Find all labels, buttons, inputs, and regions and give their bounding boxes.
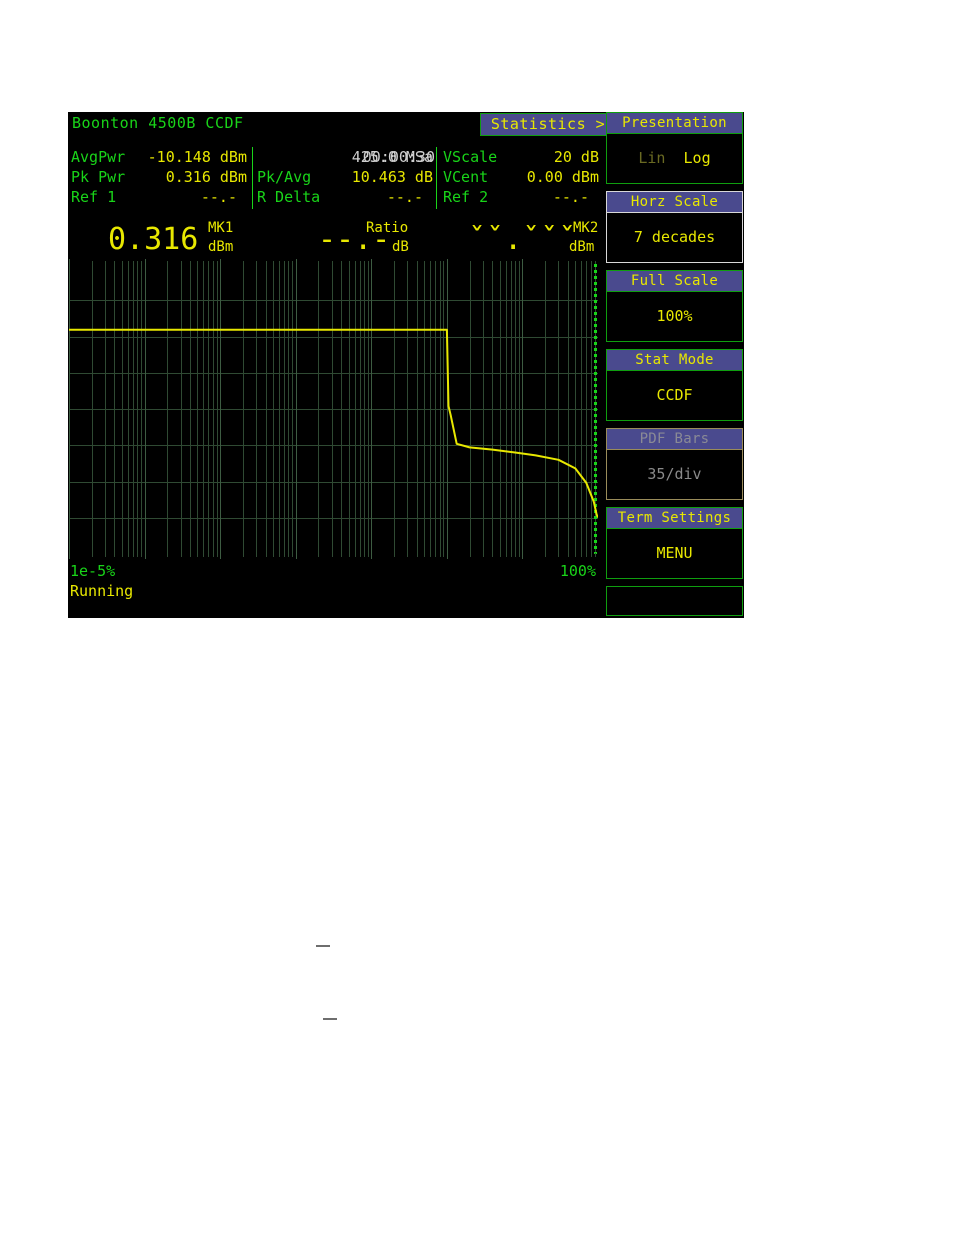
ref2-value: --.- [552, 188, 589, 206]
vcent-value: 0.00 dBm [526, 168, 599, 186]
rdelta-value: --.- [386, 188, 423, 206]
avgpwr-value: -10.148 dBm [147, 148, 247, 166]
softkey-menu: Presentation Lin Log Horz Scale 7 decades Fu… [606, 112, 744, 618]
ratio-label: Ratio [366, 220, 409, 236]
sample-count-value: 425.0 MSa [351, 148, 433, 166]
softkey-header: PDF Bars [606, 428, 743, 450]
marker-2-label: MK2 [573, 220, 599, 236]
plot-svg [69, 264, 598, 554]
statistics-button[interactable]: Statistics > [480, 113, 616, 136]
avgpwr-label: AvgPwr [71, 148, 126, 166]
softkey-header: Horz Scale [606, 191, 743, 213]
softkey-presentation[interactable]: Presentation Lin Log [606, 112, 743, 184]
axis-ticks-bottom [69, 553, 596, 559]
softkey-blank[interactable] [606, 586, 743, 616]
x-axis-left-label: 1e-5% [70, 562, 116, 580]
marker-1-unit: dBm [208, 239, 234, 255]
softkey-horz-scale[interactable]: Horz Scale 7 decades [606, 191, 743, 263]
option-spacer [665, 149, 683, 167]
softkey-option-log[interactable]: Log [684, 149, 711, 167]
x-axis-right-label: 100% [559, 562, 596, 580]
ratio-unit: dB [392, 239, 409, 255]
softkey-header: Stat Mode [606, 349, 743, 371]
ccdf-graph [69, 259, 598, 559]
page-title: Boonton 4500B CCDF [72, 114, 244, 132]
marker-1-value: 0.316 [108, 222, 199, 257]
softkey-stat-mode[interactable]: Stat Mode CCDF [606, 349, 743, 421]
measurement-display: Boonton 4500B CCDF Statistics > AvgPwr -… [68, 112, 616, 618]
softkey-value[interactable]: 100% [606, 292, 743, 342]
vcent-label: VCent [443, 168, 489, 186]
table-row: Pk Pwr 0.316 dBm Pk/Avg 10.463 dB VCent … [71, 167, 599, 187]
softkey-value: 35/div [606, 450, 743, 500]
ref1-label: Ref 1 [71, 188, 117, 206]
page-dash-0 [316, 945, 330, 947]
ref2-label: Ref 2 [443, 188, 489, 206]
softkey-value[interactable]: MENU [606, 529, 743, 579]
softkey-term-settings[interactable]: Term Settings MENU [606, 507, 743, 579]
instrument-screen: Boonton 4500B CCDF Statistics > AvgPwr -… [68, 112, 744, 618]
marker-readout-row: 0.316 MK1 dBm --.- Ratio dB ˇˇ.ˇˇˇ MK2 d… [68, 211, 600, 255]
vscale-value: 20 dB [553, 148, 599, 166]
softkey-header: Full Scale [606, 270, 743, 292]
plot-area [69, 264, 598, 554]
softkey-value[interactable]: Lin Log [606, 134, 743, 184]
pkavg-value: 10.463 dB [351, 168, 433, 186]
softkey-header: Term Settings [606, 507, 743, 529]
softkey-header: Presentation [606, 112, 743, 134]
pkpwr-value: 0.316 dBm [165, 168, 247, 186]
marker-2-unit: dBm [569, 239, 595, 255]
marker-2-value: ˇˇ.ˇˇˇ [468, 222, 577, 257]
table-row: Ref 1 --.- R Delta --.- Ref 2 --.- [71, 187, 599, 207]
ref1-value: --.- [200, 188, 237, 206]
softkey-value[interactable] [606, 586, 743, 616]
softkey-pdf-bars: PDF Bars 35/div [606, 428, 743, 500]
page-dash-1 [323, 1018, 337, 1020]
marker-1-label: MK1 [208, 220, 234, 236]
softkey-value[interactable]: 7 decades [606, 213, 743, 263]
vscale-label: VScale [443, 148, 498, 166]
pkpwr-label: Pk Pwr [71, 168, 126, 186]
rdelta-label: R Delta [257, 188, 321, 206]
pkavg-label: Pk/Avg [257, 168, 312, 186]
softkey-option-lin[interactable]: Lin [638, 149, 665, 167]
measurement-table: AvgPwr -10.148 dBm 00:00:30 425.0 MSa VS… [71, 147, 599, 209]
softkey-value[interactable]: CCDF [606, 371, 743, 421]
softkey-full-scale[interactable]: Full Scale 100% [606, 270, 743, 342]
status-badge: Running [70, 582, 134, 600]
table-row: AvgPwr -10.148 dBm 00:00:30 425.0 MSa VS… [71, 147, 599, 167]
